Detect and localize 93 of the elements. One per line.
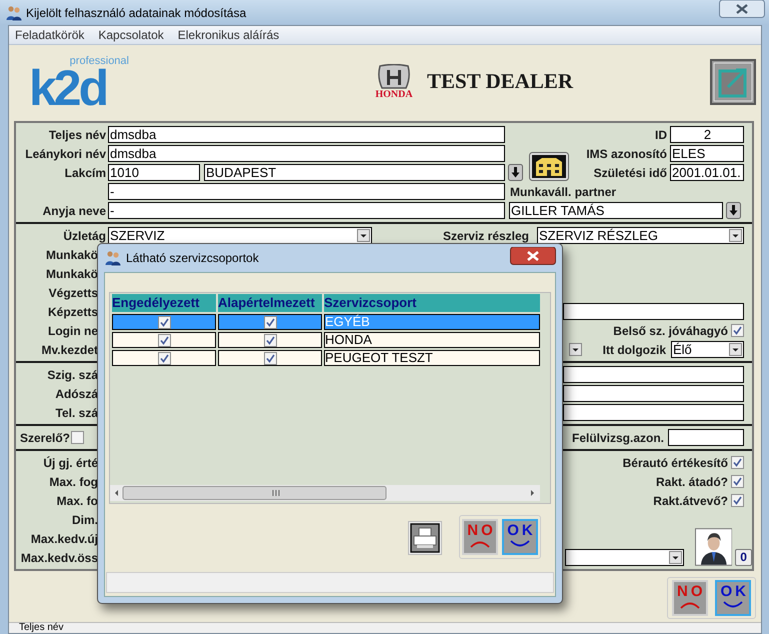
field-label: Max.kedv.új bbox=[30, 530, 98, 548]
checkbox[interactable] bbox=[158, 334, 170, 346]
field-label: Bérautó értékesítő bbox=[622, 454, 728, 472]
dealer-name: TEST DEALER bbox=[427, 68, 574, 96]
field-label: Max. fog bbox=[48, 474, 98, 490]
field-label: Munkakö bbox=[44, 246, 98, 264]
field-label: Rakt.átvevő? bbox=[653, 492, 728, 510]
smile-icon bbox=[722, 601, 744, 609]
close-button[interactable] bbox=[719, 0, 765, 18]
field-label: Adószá bbox=[54, 386, 98, 402]
dropdown[interactable]: SZERVIZ bbox=[108, 227, 372, 244]
checkbox[interactable] bbox=[731, 456, 744, 469]
checkbox[interactable] bbox=[158, 316, 170, 328]
dropdown[interactable] bbox=[565, 549, 684, 566]
ok-button[interactable]: OK bbox=[502, 519, 538, 555]
field-label: Leánykori név bbox=[24, 146, 107, 162]
field-label: Új gj. érté bbox=[42, 454, 98, 472]
field-label: Teljes név bbox=[48, 126, 107, 144]
field-label: Itt dolgozik bbox=[602, 342, 666, 358]
field-label: Login ne bbox=[47, 322, 98, 340]
field-label: Munkaváll. partner bbox=[510, 184, 616, 200]
field-label: Dim. bbox=[70, 512, 98, 528]
text-field[interactable]: ELES bbox=[670, 145, 744, 162]
close-button[interactable] bbox=[510, 247, 556, 265]
building-button[interactable] bbox=[529, 152, 569, 181]
exit-button[interactable] bbox=[710, 59, 756, 105]
menu-item[interactable]: Feladatkörök bbox=[15, 26, 84, 44]
ok-button[interactable]: OK bbox=[715, 580, 752, 616]
field-label: Szig. szá bbox=[46, 366, 98, 384]
checkbox[interactable] bbox=[264, 334, 276, 346]
field-label: Születési idő bbox=[594, 164, 667, 182]
checkbox[interactable] bbox=[71, 431, 84, 444]
frown-icon bbox=[469, 540, 491, 548]
text-field[interactable] bbox=[668, 429, 744, 446]
app-icon bbox=[105, 250, 121, 266]
text-field[interactable]: dmsdba bbox=[108, 126, 505, 143]
text-field[interactable] bbox=[563, 303, 744, 320]
field-label: Max. fo bbox=[56, 492, 98, 510]
text-field[interactable]: GILLER TAMÁS bbox=[509, 202, 723, 219]
field-label: Felülvizsg.azon. bbox=[572, 430, 664, 446]
status-text: Teljes név bbox=[19, 623, 64, 633]
field-label: Üzletág bbox=[62, 228, 107, 244]
text-field[interactable] bbox=[563, 366, 744, 383]
field-label: Anyja neve bbox=[42, 202, 107, 220]
text-field[interactable]: - bbox=[108, 202, 505, 219]
field-label: Végzetts bbox=[48, 284, 98, 302]
printer-button[interactable] bbox=[408, 521, 442, 555]
field-label: Szerviz részleg bbox=[442, 228, 529, 244]
field-label: Rakt. átadó? bbox=[656, 474, 728, 490]
id-field[interactable]: 2 bbox=[670, 126, 744, 143]
table-cell[interactable]: HONDA bbox=[324, 332, 540, 348]
honda-logo: HONDA bbox=[363, 64, 425, 100]
frown-icon bbox=[678, 601, 701, 609]
field-label: IMS azonosító bbox=[586, 146, 667, 162]
table-cell[interactable]: PEUGEOT TESZT bbox=[324, 350, 540, 366]
field-label: Mv.kezdet bbox=[40, 342, 98, 358]
person-icon bbox=[694, 528, 732, 566]
text-field[interactable]: - bbox=[108, 183, 505, 200]
menu-item[interactable]: Elekronikus aláírás bbox=[178, 26, 280, 44]
text-field[interactable]: 2001.01.01. bbox=[670, 164, 744, 181]
field-label: Lakcím bbox=[64, 164, 107, 182]
column-header[interactable]: Engedélyezett bbox=[112, 294, 216, 312]
checkbox[interactable] bbox=[264, 316, 276, 328]
checkbox[interactable] bbox=[264, 352, 276, 364]
smile-icon bbox=[509, 540, 531, 548]
count-badge: 0 bbox=[735, 549, 752, 566]
field-label: Szerelő? bbox=[20, 430, 70, 446]
dropdown[interactable]: SZERVIZ RÉSZLEG bbox=[537, 227, 744, 244]
column-header[interactable]: Szervizcsoport bbox=[324, 294, 540, 312]
text-field[interactable] bbox=[563, 385, 744, 402]
dialog-title: Látható szervizcsoportok bbox=[126, 250, 259, 267]
text-field[interactable]: 1010 bbox=[108, 164, 200, 181]
horizontal-scrollbar[interactable] bbox=[110, 485, 540, 501]
field-label: Képzetts bbox=[46, 304, 98, 320]
field-label: Tel. szá bbox=[54, 404, 98, 422]
checkbox[interactable] bbox=[731, 324, 744, 337]
field-label: Belső sz. jóváhagyó bbox=[613, 322, 728, 340]
down-arrow-button[interactable] bbox=[508, 164, 523, 181]
field-label: Max.kedv.öss bbox=[20, 550, 98, 566]
dropdown[interactable]: Élő bbox=[671, 341, 744, 358]
text-field[interactable]: dmsdba bbox=[108, 145, 505, 162]
app-icon bbox=[6, 4, 22, 20]
column-header[interactable]: Alapértelmezett bbox=[218, 294, 322, 312]
field-label: ID bbox=[655, 126, 667, 144]
text-field[interactable]: BUDAPEST bbox=[204, 164, 505, 181]
checkbox[interactable] bbox=[731, 494, 744, 507]
menu-item[interactable]: Kapcsolatok bbox=[98, 26, 164, 44]
window-title: Kijelölt felhasználó adatainak módosítása bbox=[26, 4, 246, 22]
checkbox[interactable] bbox=[158, 352, 170, 364]
down-arrow-button[interactable] bbox=[726, 202, 741, 219]
checkbox[interactable] bbox=[731, 475, 744, 488]
field-label: Munkakö bbox=[44, 266, 98, 282]
text-field[interactable] bbox=[563, 404, 744, 421]
